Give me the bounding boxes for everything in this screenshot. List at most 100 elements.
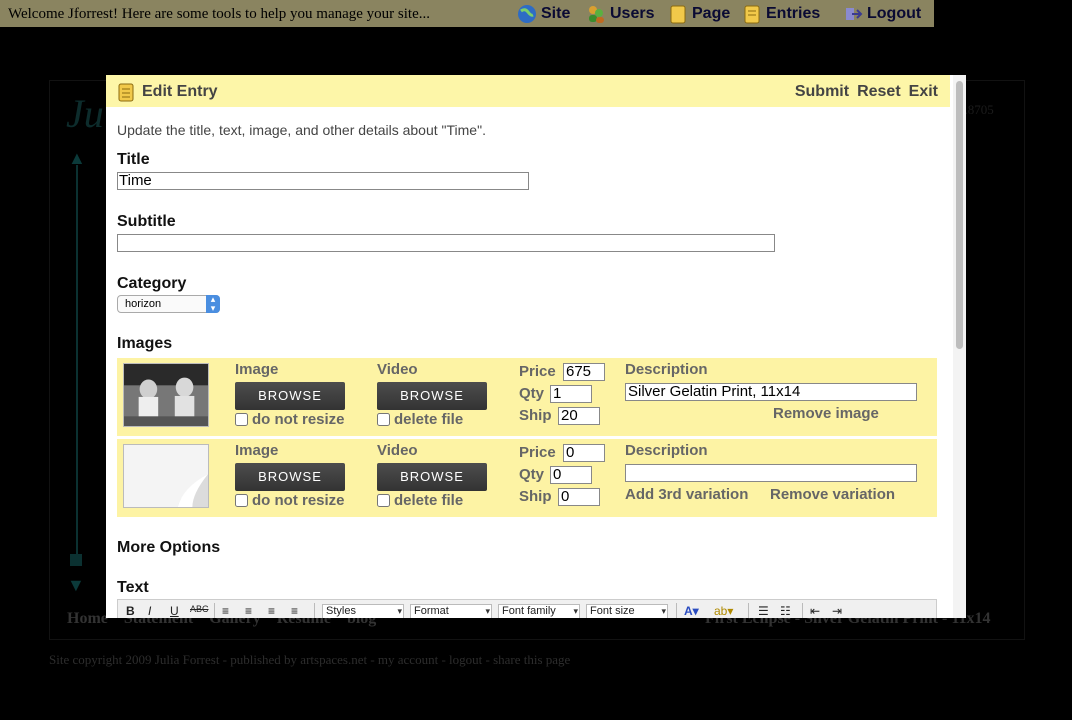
- font-family-select[interactable]: Font family: [498, 604, 580, 618]
- site-marker: [70, 554, 82, 566]
- description-input[interactable]: [625, 464, 917, 482]
- image-column-label: Image: [235, 442, 279, 459]
- ship-input[interactable]: 20: [558, 407, 600, 425]
- align-justify-icon[interactable]: ≡: [291, 604, 298, 618]
- logout-label: Logout: [867, 5, 922, 22]
- category-label: Category: [117, 275, 187, 292]
- description-label: Description: [625, 442, 708, 459]
- site-footer: Site copyright 2009 Julia Forrest - publ…: [49, 652, 571, 667]
- image-placeholder-thumbnail: [123, 444, 209, 508]
- outdent-icon[interactable]: ⇤: [810, 604, 820, 618]
- bullet-list-icon[interactable]: ☰: [758, 604, 769, 618]
- delete-file-checkbox[interactable]: [377, 494, 390, 507]
- browse-image-button[interactable]: BROWSE: [235, 382, 345, 410]
- rich-text-toolbar: B I U ABC ≡ ≡ ≡ ≡ Styles Format Font fam…: [117, 599, 937, 618]
- indent-icon[interactable]: ⇥: [832, 604, 842, 618]
- images-label: Images: [117, 335, 173, 352]
- ship-input[interactable]: 0: [558, 488, 600, 506]
- toolbar-separator: [802, 603, 803, 618]
- title-label: Title: [117, 151, 150, 168]
- nav-home[interactable]: Home: [67, 610, 108, 627]
- numbered-list-icon[interactable]: ☷: [780, 604, 791, 618]
- text-color-icon[interactable]: A▾: [684, 604, 699, 618]
- delete-file-label: delete file: [394, 492, 464, 509]
- dialog-title: Edit Entry: [142, 83, 218, 100]
- bold-button[interactable]: B: [126, 604, 135, 618]
- dialog-scrollbar[interactable]: [953, 75, 966, 618]
- delete-file-option[interactable]: delete file: [377, 411, 463, 428]
- exit-button[interactable]: Exit: [909, 83, 938, 101]
- toolbar-separator: [676, 603, 677, 618]
- entries-icon: [118, 83, 134, 102]
- image-row: Image BROWSE do not resize Video BROWSE …: [117, 439, 937, 517]
- align-right-icon[interactable]: ≡: [268, 604, 275, 618]
- description-label: Description: [625, 361, 708, 378]
- styles-select[interactable]: Styles: [322, 604, 404, 618]
- strikethrough-button[interactable]: ABC: [190, 604, 209, 614]
- globe-icon: [518, 5, 536, 23]
- site-vertical-line: [76, 165, 78, 560]
- do-not-resize-checkbox[interactable]: [235, 413, 248, 426]
- do-not-resize-checkbox[interactable]: [235, 494, 248, 507]
- entries-icon: [744, 5, 760, 24]
- do-not-resize-option[interactable]: do not resize: [235, 492, 345, 509]
- entries-menu-label: Entries: [766, 5, 821, 22]
- align-center-icon[interactable]: ≡: [245, 604, 252, 618]
- category-select[interactable]: horizon ▴ ▾: [117, 295, 220, 313]
- users-menu[interactable]: Users: [586, 4, 654, 24]
- price-input[interactable]: 675: [563, 363, 605, 381]
- page-menu-label: Page: [692, 5, 731, 22]
- video-column-label: Video: [377, 442, 418, 459]
- do-not-resize-label: do not resize: [252, 411, 345, 428]
- welcome-message: Welcome Jforrest! Here are some tools to…: [8, 6, 430, 22]
- do-not-resize-option[interactable]: do not resize: [235, 411, 345, 428]
- image-thumbnail: [123, 363, 209, 427]
- remove-image-link[interactable]: Remove image: [773, 405, 879, 422]
- image-column-label: Image: [235, 361, 279, 378]
- delete-file-checkbox[interactable]: [377, 413, 390, 426]
- price-input[interactable]: 0: [563, 444, 605, 462]
- dialog-header: Edit Entry Submit Reset Exit: [106, 75, 950, 107]
- users-menu-label: Users: [610, 5, 655, 22]
- title-input[interactable]: Time: [117, 172, 529, 190]
- remove-variation-link[interactable]: Remove variation: [770, 486, 895, 503]
- page-menu[interactable]: Page: [668, 4, 730, 24]
- qty-label: Qty: [519, 385, 545, 402]
- site-menu[interactable]: Site: [517, 4, 570, 24]
- dialog-intro: Update the title, text, image, and other…: [117, 122, 486, 138]
- do-not-resize-label: do not resize: [252, 492, 345, 509]
- admin-toolbar: Welcome Jforrest! Here are some tools to…: [0, 0, 934, 27]
- submit-button[interactable]: Submit: [795, 83, 849, 101]
- qty-input[interactable]: 1: [550, 385, 592, 403]
- add-variation-link[interactable]: Add 3rd variation: [625, 486, 748, 503]
- browse-image-button[interactable]: BROWSE: [235, 463, 345, 491]
- scrollbar-thumb[interactable]: [956, 81, 963, 349]
- highlight-color-icon[interactable]: ab▾: [714, 604, 733, 618]
- description-input[interactable]: Silver Gelatin Print, 11x14: [625, 383, 917, 401]
- subtitle-label: Subtitle: [117, 213, 176, 230]
- entries-menu[interactable]: Entries: [742, 4, 820, 24]
- edit-entry-dialog: Edit Entry Submit Reset Exit Update the …: [106, 75, 966, 618]
- underline-button[interactable]: U: [170, 604, 179, 618]
- price-label: Price: [519, 363, 556, 380]
- logout-link[interactable]: Logout: [843, 4, 921, 24]
- delete-file-label: delete file: [394, 411, 464, 428]
- toolbar-separator: [748, 603, 749, 618]
- more-options-toggle[interactable]: More Options: [117, 539, 220, 557]
- ship-label: Ship: [519, 407, 552, 424]
- qty-input[interactable]: 0: [550, 466, 592, 484]
- font-size-select[interactable]: Font size: [586, 604, 668, 618]
- video-column-label: Video: [377, 361, 418, 378]
- align-left-icon[interactable]: ≡: [222, 604, 229, 618]
- browse-video-button[interactable]: BROWSE: [377, 463, 487, 491]
- site-menu-label: Site: [541, 5, 571, 22]
- subtitle-input[interactable]: [117, 234, 775, 252]
- reset-button[interactable]: Reset: [857, 83, 901, 101]
- scroll-down-arrow-icon[interactable]: ▼: [67, 575, 85, 596]
- format-select[interactable]: Format: [410, 604, 492, 618]
- browse-video-button[interactable]: BROWSE: [377, 382, 487, 410]
- ship-label: Ship: [519, 488, 552, 505]
- toolbar-separator: [214, 603, 215, 618]
- italic-button[interactable]: I: [148, 604, 151, 618]
- delete-file-option[interactable]: delete file: [377, 492, 463, 509]
